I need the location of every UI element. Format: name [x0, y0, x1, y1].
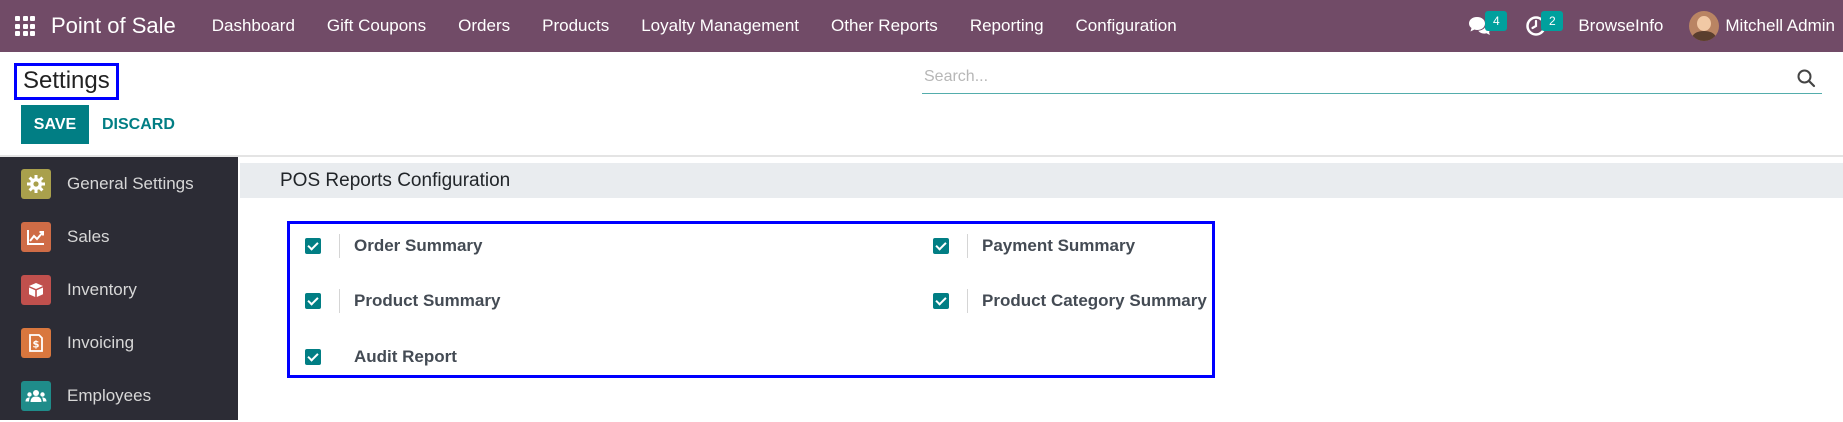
- setting-label: Order Summary: [354, 236, 483, 255]
- control-panel-divider: [0, 155, 1843, 157]
- divider: [339, 234, 340, 258]
- save-button[interactable]: SAVE: [21, 105, 89, 144]
- sidebar-item-label: General Settings: [67, 173, 194, 193]
- sidebar-item-invoicing[interactable]: $ Invoicing: [0, 316, 238, 369]
- sidebar-item-employees[interactable]: Employees: [0, 369, 238, 422]
- setting-label: Audit Report: [354, 347, 457, 366]
- setting-audit-report: Audit Report: [305, 342, 457, 372]
- svg-text:$: $: [33, 339, 40, 350]
- user-menu[interactable]: Mitchell Admin: [1689, 11, 1835, 41]
- sidebar-item-general-settings[interactable]: General Settings: [0, 157, 238, 210]
- company-switcher[interactable]: BrowseInfo: [1578, 16, 1663, 36]
- invoice-icon: $: [21, 327, 51, 358]
- users-icon: [21, 380, 51, 411]
- setting-label: Product Category Summary: [982, 291, 1207, 310]
- menu-item-reporting[interactable]: Reporting: [954, 0, 1060, 52]
- setting-payment-summary: Payment Summary: [933, 231, 1135, 261]
- top-navbar: Point of Sale Dashboard Gift Coupons Ord…: [0, 0, 1843, 52]
- search-icon[interactable]: [1796, 68, 1816, 88]
- sidebar-item-label: Sales: [67, 226, 110, 246]
- gear-icon: [21, 168, 51, 199]
- menu-item-products[interactable]: Products: [526, 0, 625, 52]
- product-category-summary-checkbox[interactable]: [933, 293, 949, 309]
- box-icon: [21, 274, 51, 305]
- search-bar: [922, 62, 1822, 94]
- sidebar-item-label: Employees: [67, 385, 152, 405]
- section-title: POS Reports Configuration: [240, 163, 1843, 198]
- sidebar-item-inventory[interactable]: Inventory: [0, 263, 238, 316]
- divider: [339, 289, 340, 313]
- menu-item-gift-coupons[interactable]: Gift Coupons: [311, 0, 442, 52]
- divider: [967, 289, 968, 313]
- sidebar-item-label: Invoicing: [67, 332, 135, 352]
- pos-reports-settings-box: Order Summary Payment Summary Product Su…: [287, 221, 1215, 378]
- setting-label: Product Summary: [354, 291, 501, 310]
- divider: [339, 345, 340, 369]
- messages-button[interactable]: 4: [1466, 0, 1508, 52]
- app-name[interactable]: Point of Sale: [51, 13, 176, 39]
- activities-button[interactable]: 2: [1522, 0, 1564, 52]
- messages-count-badge: 4: [1485, 11, 1508, 31]
- settings-sidebar: General Settings Sales Inventory $ Invoi…: [0, 157, 238, 420]
- menu-item-configuration[interactable]: Configuration: [1060, 0, 1193, 52]
- navbar-systray: 4 2 BrowseInfo Mitchell Admin: [1466, 0, 1843, 52]
- menu-item-orders[interactable]: Orders: [442, 0, 526, 52]
- payment-summary-checkbox[interactable]: [933, 238, 949, 254]
- setting-product-category-summary: Product Category Summary: [933, 286, 1207, 316]
- menu-item-dashboard[interactable]: Dashboard: [196, 0, 311, 52]
- apps-menu-icon[interactable]: [15, 16, 35, 36]
- audit-report-checkbox[interactable]: [305, 349, 321, 365]
- discard-button[interactable]: DISCARD: [102, 105, 175, 144]
- menu-item-other-reports[interactable]: Other Reports: [815, 0, 954, 52]
- sidebar-item-sales[interactable]: Sales: [0, 210, 238, 263]
- product-summary-checkbox[interactable]: [305, 293, 321, 309]
- avatar: [1689, 11, 1720, 41]
- main-menu: Dashboard Gift Coupons Orders Products L…: [196, 0, 1193, 52]
- setting-label: Payment Summary: [982, 236, 1136, 255]
- order-summary-checkbox[interactable]: [305, 238, 321, 254]
- setting-product-summary: Product Summary: [305, 286, 500, 316]
- sidebar-item-label: Inventory: [67, 279, 137, 299]
- divider: [967, 234, 968, 258]
- setting-order-summary: Order Summary: [305, 231, 483, 261]
- activities-count-badge: 2: [1541, 11, 1564, 31]
- user-name: Mitchell Admin: [1725, 16, 1835, 35]
- page-title: Settings: [14, 63, 119, 100]
- chart-line-icon: [21, 221, 51, 252]
- search-input[interactable]: [922, 62, 1762, 92]
- menu-item-loyalty-management[interactable]: Loyalty Management: [625, 0, 815, 52]
